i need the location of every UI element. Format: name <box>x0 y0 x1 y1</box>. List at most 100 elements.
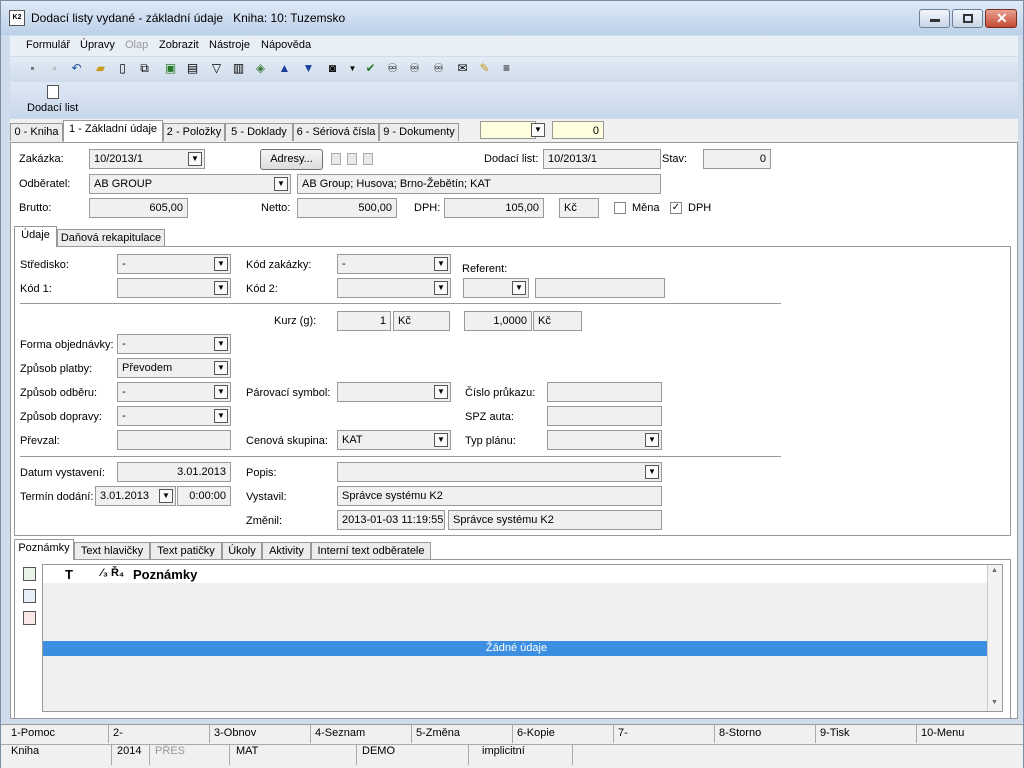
hook-icon[interactable]: ✔ <box>362 60 379 77</box>
tab-polozky[interactable]: 2 - Položky <box>163 123 225 141</box>
dph-field[interactable]: 105,00 <box>444 198 544 218</box>
menu-napoveda[interactable]: Nápověda <box>261 39 311 51</box>
tab-text-hlavicky[interactable]: Text hlavičky <box>74 542 150 560</box>
close-button[interactable]: ✕ <box>985 9 1017 28</box>
referent-combo[interactable]: ▼ <box>463 278 529 298</box>
edit-note-icon[interactable] <box>23 589 36 603</box>
fkey-1[interactable]: 1-Pomoc <box>11 727 55 739</box>
kurz-cur2-field[interactable]: Kč <box>533 311 582 331</box>
tab-dokumenty[interactable]: 9 - Dokumenty <box>379 123 459 141</box>
fkey-3[interactable]: 3-Obnov <box>214 727 256 739</box>
chevron-down-icon[interactable]: ▼ <box>344 60 361 77</box>
dph-checkbox[interactable]: ✓ <box>670 202 682 214</box>
stav-field[interactable]: 0 <box>703 149 771 169</box>
tab-interni-text[interactable]: Interní text odběratele <box>311 542 431 560</box>
odberatel-address-field[interactable]: AB Group; Husova; Brno-Žebětín; KAT <box>297 174 661 194</box>
arrow-down-icon[interactable]: ▼ <box>300 60 317 77</box>
lock-icon[interactable]: ▣ <box>162 60 179 77</box>
binoculars-icon[interactable]: ♾ <box>384 60 401 77</box>
undo-icon[interactable]: ↶ <box>68 60 85 77</box>
new-document-icon[interactable]: ▯ <box>114 60 131 77</box>
maximize-button[interactable] <box>952 9 983 28</box>
fkey-5[interactable]: 5-Změna <box>416 727 460 739</box>
kurz-value2-field[interactable]: 1,0000 <box>464 311 532 331</box>
menu-olap[interactable]: Olap <box>125 39 148 51</box>
filter-doc-icon[interactable]: ▥ <box>230 60 247 77</box>
zmenil-date-field[interactable]: 2013-01-03 11:19:55 <box>337 510 445 530</box>
netto-field[interactable]: 500,00 <box>297 198 397 218</box>
quick-input[interactable] <box>480 121 536 139</box>
termin-date-combo[interactable]: 3.01.2013 ▼ <box>95 486 176 506</box>
fkey-10[interactable]: 10-Menu <box>921 727 964 739</box>
filter-icon[interactable]: ▽ <box>208 60 225 77</box>
col-t[interactable]: T <box>65 567 73 582</box>
doc-icon[interactable] <box>347 153 357 165</box>
dopravy-combo[interactable]: - ▼ <box>117 406 231 426</box>
datum-field[interactable]: 3.01.2013 <box>117 462 231 482</box>
termin-time-field[interactable]: 0:00:00 <box>177 486 231 506</box>
layers-icon[interactable]: ◈ <box>252 60 269 77</box>
quick-dropdown[interactable]: ▼ <box>530 121 546 139</box>
find-prev-icon[interactable]: ♾ <box>430 60 447 77</box>
book-icon[interactable]: ▤ <box>184 60 201 77</box>
platby-combo[interactable]: Převodem ▼ <box>117 358 231 378</box>
vertical-scrollbar[interactable]: ▲ ▼ <box>987 565 1002 711</box>
scroll-down-icon[interactable]: ▼ <box>991 699 998 706</box>
tab-aktivity[interactable]: Aktivity <box>262 542 311 560</box>
col-sort[interactable]: ⁄₃ Ř₄ <box>101 567 124 579</box>
doc-icon[interactable] <box>363 153 373 165</box>
menu-lines-icon[interactable]: ≡ <box>498 60 515 77</box>
fkey-4[interactable]: 4-Seznam <box>315 727 365 739</box>
adresy-button[interactable]: Adresy... <box>260 149 323 170</box>
fkey-9[interactable]: 9-Tisk <box>820 727 850 739</box>
counter-field[interactable]: 0 <box>552 121 604 139</box>
delivery-note-label[interactable]: Dodací list <box>27 102 78 114</box>
tab-poznamky[interactable]: Poznámky <box>14 539 74 560</box>
fkey-2[interactable]: 2- <box>113 727 123 739</box>
tab-seriova-cisla[interactable]: 6 - Sériová čísla <box>293 123 379 141</box>
note-icon[interactable]: ✎ <box>476 60 493 77</box>
doc-icon[interactable] <box>331 153 341 165</box>
tab-text-paticky[interactable]: Text patičky <box>150 542 222 560</box>
zakazka-combo[interactable]: 10/2013/1 ▼ <box>89 149 205 169</box>
tab-kniha[interactable]: 0 - Kniha <box>10 123 63 141</box>
typ-planu-combo[interactable]: ▼ <box>547 430 662 450</box>
delete-note-icon[interactable] <box>23 611 36 625</box>
col-notes[interactable]: Poznámky <box>133 567 197 582</box>
stredisko-combo[interactable]: - ▼ <box>117 254 231 274</box>
mena-checkbox[interactable] <box>614 202 626 214</box>
odberu-combo[interactable]: - ▼ <box>117 382 231 402</box>
odberatel-combo[interactable]: AB GROUP ▼ <box>89 174 291 194</box>
copy-icon[interactable]: ⧉ <box>136 60 153 77</box>
referent-name-field[interactable] <box>535 278 665 298</box>
forma-combo[interactable]: - ▼ <box>117 334 231 354</box>
menu-upravy[interactable]: Úpravy <box>80 39 115 51</box>
menu-formular[interactable]: Formulář <box>26 39 70 51</box>
kod1-combo[interactable]: ▼ <box>117 278 231 298</box>
kurz-value1-field[interactable]: 1 <box>337 311 391 331</box>
spz-field[interactable] <box>547 406 662 426</box>
fkey-7[interactable]: 7- <box>618 727 628 739</box>
cislo-prukazu-field[interactable] <box>547 382 662 402</box>
add-note-icon[interactable] <box>23 567 36 581</box>
popis-combo[interactable]: ▼ <box>337 462 662 482</box>
arrow-up-icon[interactable]: ▲ <box>276 60 293 77</box>
kurz-cur1-field[interactable]: Kč <box>393 311 450 331</box>
save-all-icon[interactable]: ▫ <box>46 60 63 77</box>
save-icon[interactable]: ▪ <box>24 60 41 77</box>
vystavil-field[interactable]: Správce systému K2 <box>337 486 662 506</box>
camera-icon[interactable]: ◙ <box>324 60 341 77</box>
prevzal-field[interactable] <box>117 430 231 450</box>
dodaci-list-field[interactable]: 10/2013/1 <box>543 149 661 169</box>
minimize-button[interactable] <box>919 9 950 28</box>
scroll-up-icon[interactable]: ▲ <box>991 567 998 574</box>
menu-zobrazit[interactable]: Zobrazit <box>159 39 199 51</box>
find-next-icon[interactable]: ♾ <box>406 60 423 77</box>
tab-udaje[interactable]: Údaje <box>14 226 57 247</box>
kod-zakazky-combo[interactable]: - ▼ <box>337 254 451 274</box>
open-folder-icon[interactable]: ▰ <box>92 60 109 77</box>
tab-doklady[interactable]: 5 - Doklady <box>225 123 293 141</box>
tab-ukoly[interactable]: Úkoly <box>222 542 262 560</box>
tab-zakladni-udaje[interactable]: 1 - Základní údaje <box>63 120 163 142</box>
tab-danova-rekapitulace[interactable]: Daňová rekapitulace <box>57 229 165 247</box>
